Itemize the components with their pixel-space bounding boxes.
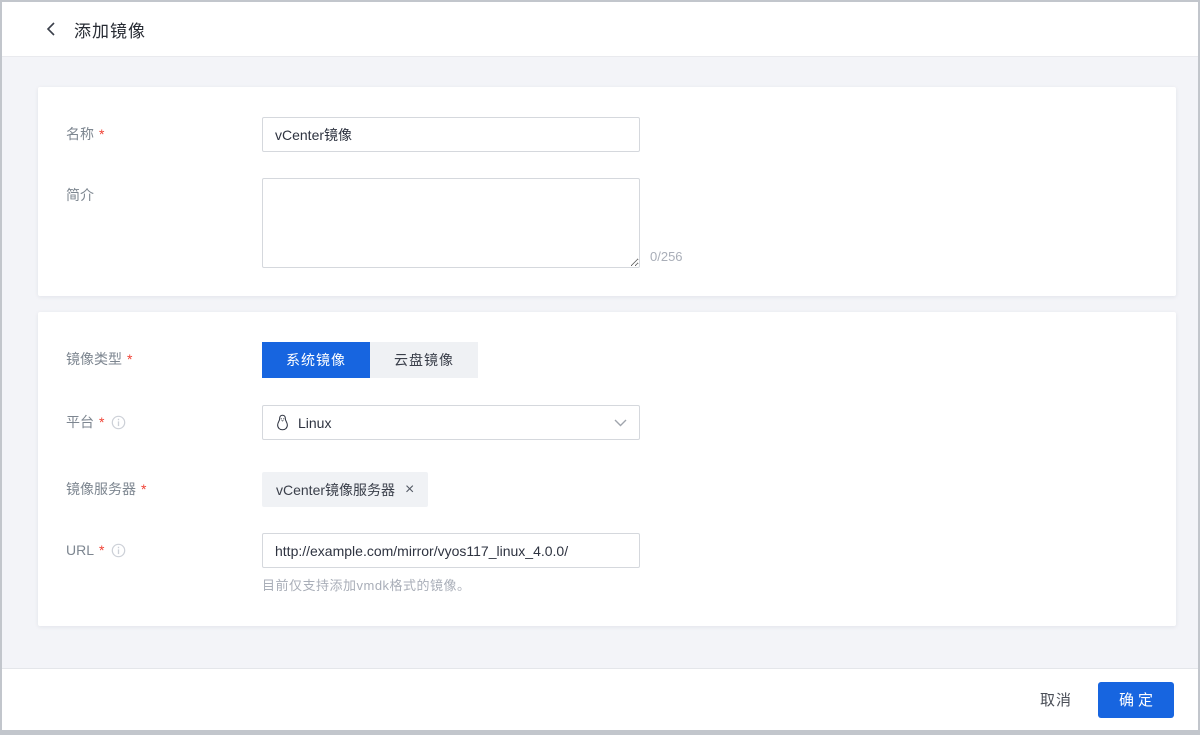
platform-select-value: Linux (298, 415, 606, 431)
url-input[interactable] (262, 533, 640, 568)
image-server-label: 镜像服务器 * (66, 472, 262, 506)
required-mark: * (99, 117, 104, 151)
remove-tag-icon[interactable]: × (405, 482, 414, 498)
description-textarea[interactable] (262, 178, 640, 268)
platform-label: 平台 * (66, 405, 262, 439)
image-detail-card: 镜像类型 * 系统镜像 云盘镜像 平台 * (38, 312, 1176, 626)
url-field-wrap: 目前仅支持添加vmdk格式的镜像。 (262, 533, 640, 594)
page-title: 添加镜像 (74, 17, 146, 42)
confirm-button[interactable]: 确定 (1098, 682, 1174, 718)
form-body: 名称 * 简介 0/256 镜像类型 * (2, 57, 1198, 668)
toggle-volume-image[interactable]: 云盘镜像 (370, 342, 478, 378)
required-mark: * (99, 405, 104, 439)
add-image-window: 添加镜像 名称 * 简介 0/256 (0, 0, 1200, 735)
image-type-row: 镜像类型 * 系统镜像 云盘镜像 (38, 342, 1176, 378)
description-label: 简介 (66, 178, 262, 212)
url-label: URL * (66, 533, 262, 567)
cancel-button[interactable]: 取消 (1040, 689, 1072, 710)
required-mark: * (99, 533, 104, 567)
char-counter: 0/256 (650, 249, 683, 268)
required-mark: * (141, 472, 146, 506)
description-row: 简介 0/256 (38, 178, 1176, 268)
chevron-down-icon (614, 419, 627, 427)
image-type-label: 镜像类型 * (66, 342, 262, 376)
required-mark: * (127, 342, 132, 376)
url-row: URL * 目前仅支持添加vmdk格式的镜像。 (38, 533, 1176, 594)
platform-select[interactable]: Linux (262, 405, 640, 440)
info-icon[interactable] (111, 415, 126, 430)
linux-penguin-icon (275, 414, 290, 431)
image-type-toggle-group: 系统镜像 云盘镜像 (262, 342, 478, 378)
image-server-row: 镜像服务器 * vCenter镜像服务器 × (38, 472, 1176, 507)
url-hint: 目前仅支持添加vmdk格式的镜像。 (262, 575, 640, 594)
page-header: 添加镜像 (2, 2, 1198, 57)
description-field-wrap: 0/256 (262, 178, 683, 268)
action-footer: 取消 确定 (2, 668, 1198, 730)
info-icon[interactable] (111, 543, 126, 558)
name-label: 名称 * (66, 117, 262, 151)
platform-row: 平台 * (38, 405, 1176, 440)
back-icon[interactable] (42, 20, 60, 38)
basic-info-card: 名称 * 简介 0/256 (38, 87, 1176, 296)
name-row: 名称 * (38, 117, 1176, 152)
name-input[interactable] (262, 117, 640, 152)
image-server-tag-text: vCenter镜像服务器 (276, 480, 395, 500)
toggle-system-image[interactable]: 系统镜像 (262, 342, 370, 378)
image-server-tag: vCenter镜像服务器 × (262, 472, 428, 507)
